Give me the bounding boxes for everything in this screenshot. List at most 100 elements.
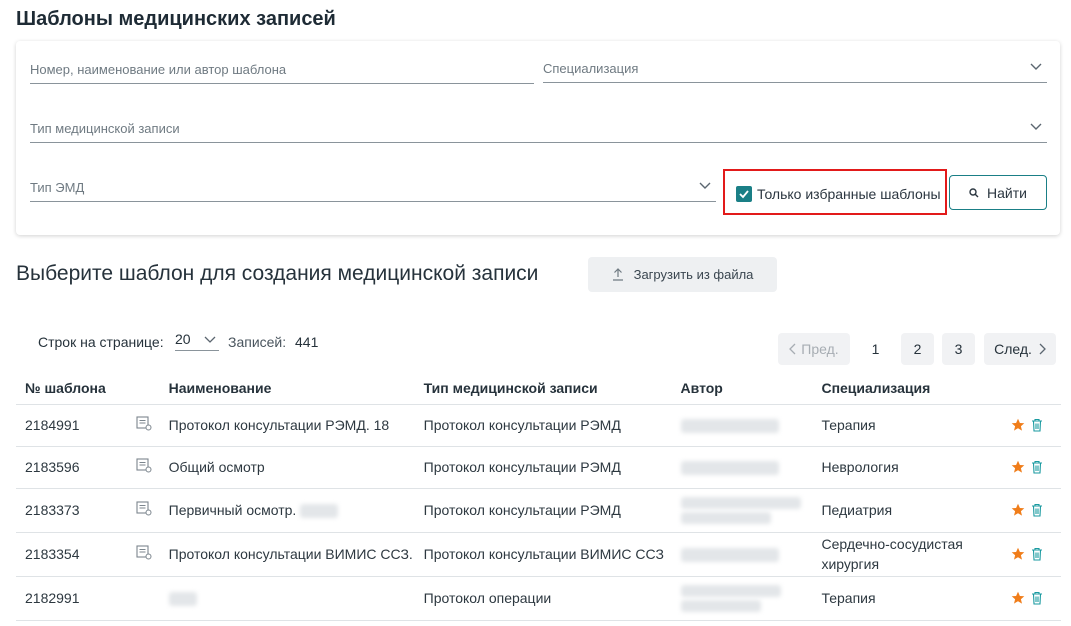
template-name: Первичный осмотр. (168, 502, 297, 518)
header-number[interactable]: № шаблона (16, 372, 127, 405)
page-button-2[interactable]: 2 (901, 333, 934, 365)
template-name-cell: Первичный осмотр. (159, 488, 415, 533)
star-icon[interactable] (1011, 418, 1025, 432)
table-header-row: № шаблона Наименование Тип медицинской з… (16, 372, 1061, 405)
table-row[interactable]: 2183596 Общий осмотр Протокол консультац… (16, 446, 1061, 489)
favorites-only-highlight: Только избранные шаблоны (723, 169, 947, 215)
star-icon[interactable] (1011, 503, 1025, 517)
template-cell-icon (126, 532, 160, 577)
chevron-down-icon (1030, 63, 1042, 70)
rows-per-page-select[interactable]: 20 (175, 331, 219, 351)
template-record-type: Протокол консультации РЭМД (414, 488, 672, 533)
template-name: Общий осмотр (159, 446, 415, 489)
template-number: 2183354 (16, 532, 127, 577)
records-count: 441 (295, 334, 319, 350)
page-number: 2 (913, 341, 922, 357)
next-page-button[interactable]: След. (984, 333, 1056, 365)
header-name[interactable]: Наименование (159, 372, 415, 405)
template-number: 2182991 (16, 576, 127, 621)
header-specialization[interactable]: Специализация (812, 372, 1002, 405)
record-type-placeholder: Тип медицинской записи (30, 121, 180, 136)
template-actions (1001, 532, 1061, 577)
header-author[interactable]: Автор (671, 372, 813, 405)
template-name: Протокол консультации РЭМД. 18 (159, 404, 415, 447)
template-number: 2183373 (16, 488, 127, 533)
chevron-down-icon (1030, 123, 1042, 130)
page-number: 1 (871, 341, 880, 357)
chevron-right-icon (1039, 343, 1046, 355)
template-specialization: Сердечно-сосудистая хирургия (812, 532, 1002, 577)
table-row[interactable]: 2183354 Протокол консультации ВИМИС ССЗ.… (16, 532, 1061, 577)
specialization-select[interactable]: Специализация (543, 53, 1047, 83)
upload-from-file-button[interactable]: Загрузить из файла (588, 257, 777, 292)
template-record-type: Протокол консультации ВИМИС ССЗ (414, 532, 672, 577)
star-icon[interactable] (1011, 547, 1025, 561)
search-placeholder: Номер, наименование или автор шаблона (30, 62, 287, 77)
chevron-down-icon (699, 182, 711, 189)
favorites-only-checkbox[interactable] (736, 186, 752, 202)
table-row[interactable]: 2182991 Протокол операции Терапия (16, 576, 1061, 621)
star-icon[interactable] (1011, 460, 1025, 474)
template-author-blurred (671, 488, 813, 533)
template-specialization: Педиатрия (812, 488, 1002, 533)
template-specialization: Терапия (812, 404, 1002, 447)
template-cell-icon (126, 488, 160, 533)
table-row[interactable]: 2184991 Протокол консультации РЭМД. 18 П… (16, 404, 1061, 447)
find-button-label: Найти (987, 184, 1027, 201)
table-row[interactable]: 2183373 Первичный осмотр. Протокол консу… (16, 488, 1061, 533)
template-number: 2183596 (16, 446, 127, 489)
template-author-blurred (671, 576, 813, 621)
records-label: Записей: (228, 334, 287, 350)
page-title: Шаблоны медицинских записей (16, 8, 336, 30)
chevron-left-icon (789, 343, 796, 355)
page-number: 3 (954, 341, 963, 357)
next-page-label: След. (994, 341, 1032, 357)
template-actions (1001, 488, 1061, 533)
page-button-3[interactable]: 3 (942, 333, 975, 365)
trash-icon[interactable] (1031, 503, 1043, 517)
star-icon[interactable] (1011, 591, 1025, 605)
template-name-cell (159, 576, 415, 621)
template-author-blurred (671, 446, 813, 489)
header-icon (126, 372, 160, 405)
template-author-blurred (671, 532, 813, 577)
header-actions (1001, 372, 1061, 405)
template-number: 2184991 (16, 404, 127, 447)
upload-button-label: Загрузить из файла (633, 267, 754, 282)
page-button-1[interactable]: 1 (859, 333, 892, 365)
trash-icon[interactable] (1031, 547, 1043, 561)
document-icon (136, 457, 152, 472)
templates-table: № шаблона Наименование Тип медицинской з… (16, 372, 1061, 621)
record-type-select[interactable]: Тип медицинской записи (30, 113, 1047, 143)
template-cell-icon (126, 576, 160, 621)
chevron-down-icon (204, 336, 216, 343)
trash-icon[interactable] (1031, 460, 1043, 474)
filter-panel: Номер, наименование или автор шаблона Сп… (16, 41, 1060, 235)
template-specialization: Неврология (812, 446, 1002, 489)
checkmark-icon (739, 190, 749, 199)
template-actions (1001, 446, 1061, 489)
find-button[interactable]: Найти (949, 175, 1047, 210)
rows-per-page-value: 20 (175, 331, 191, 347)
template-name: Протокол консультации ВИМИС ССЗ. (159, 532, 415, 577)
template-cell-icon (126, 446, 160, 489)
emd-type-placeholder: Тип ЭМД (30, 180, 85, 195)
search-input[interactable]: Номер, наименование или автор шаблона (30, 54, 534, 84)
template-record-type: Протокол консультации РЭМД (414, 404, 672, 447)
search-icon (969, 187, 979, 197)
document-icon (136, 500, 152, 515)
prev-page-button[interactable]: Пред. (778, 333, 850, 365)
document-icon (136, 415, 152, 430)
trash-icon[interactable] (1031, 591, 1043, 605)
header-record-type[interactable]: Тип медицинской записи (414, 372, 672, 405)
template-specialization: Терапия (812, 576, 1002, 621)
document-icon (136, 544, 152, 559)
rows-per-page-label: Строк на странице: (38, 334, 164, 350)
trash-icon[interactable] (1031, 418, 1043, 432)
emd-type-select[interactable]: Тип ЭМД (30, 172, 716, 202)
favorites-only-label[interactable]: Только избранные шаблоны (757, 186, 941, 202)
template-record-type: Протокол операции (414, 576, 672, 621)
template-cell-icon (126, 404, 160, 447)
template-record-type: Протокол консультации РЭМД (414, 446, 672, 489)
prev-page-label: Пред. (801, 341, 839, 357)
